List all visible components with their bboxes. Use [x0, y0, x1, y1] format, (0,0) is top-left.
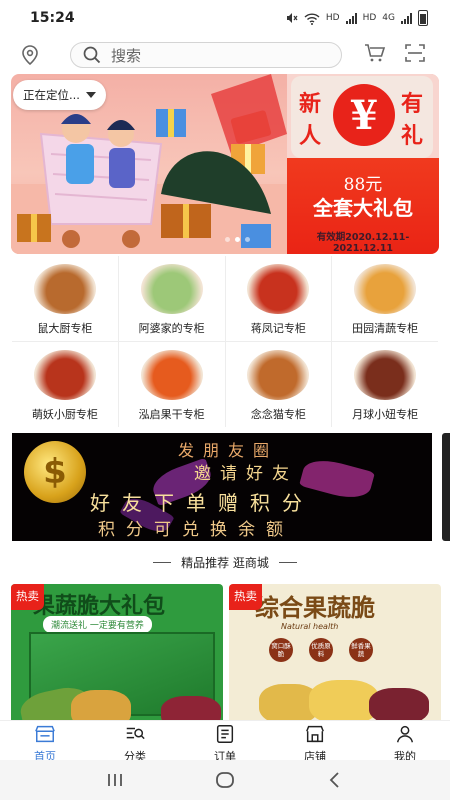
search-icon [83, 46, 101, 64]
snack-box-image [247, 350, 310, 400]
category-label: 念念猫专柜 [250, 408, 306, 421]
location-selector[interactable]: 正在定位... [13, 80, 106, 110]
promo-char-2: 有 [401, 91, 424, 117]
new-user-promo[interactable]: 新 有 人 礼 ¥ 88元 全套大礼包 有效期2020.12.11-2021.1… [287, 74, 439, 254]
network-type-2: HD [362, 13, 377, 23]
search-input[interactable]: 搜索 [70, 42, 342, 68]
nav-item[interactable]: 店铺 [270, 721, 360, 763]
cart-icon[interactable] [364, 43, 386, 67]
battery-icon [418, 10, 428, 26]
product-title: 综合果蔬脆 [255, 593, 375, 622]
category-item[interactable]: 阿婆家的专柜 [118, 256, 225, 341]
dates-image [369, 688, 429, 724]
home-button-icon[interactable] [210, 768, 240, 792]
category-label: 萌妖小厨专柜 [31, 408, 98, 421]
invite-line-1: 发朋友圈 [178, 441, 279, 460]
category-label: 田园清蔬专柜 [352, 322, 419, 335]
invite-line-2: 邀请好友 [194, 464, 298, 484]
category-item[interactable]: 月球小妞专柜 [332, 342, 438, 427]
location-label: 正在定位... [23, 88, 80, 102]
yen-icon: ¥ [333, 84, 395, 146]
sausage-image [33, 350, 96, 400]
bottom-navigation: 首页 分类 订单 店铺 我的 [0, 720, 450, 763]
user-icon [394, 723, 416, 748]
carousel-indicator [225, 237, 250, 242]
nav-item[interactable]: 首页 [0, 721, 90, 763]
order-list-icon [214, 723, 236, 748]
scan-icon[interactable] [404, 43, 426, 67]
status-bar: 15:24 HD HD 4G [0, 0, 450, 36]
nuts-image [33, 264, 96, 314]
divider [278, 562, 297, 563]
chips-image [71, 690, 131, 724]
hot-badge: 热卖 [11, 584, 44, 610]
location-icon[interactable] [18, 43, 42, 67]
signal-icon-2 [401, 12, 412, 24]
feature-badge: 优质原料 [309, 638, 333, 662]
store-icon [304, 723, 326, 748]
system-navigation-bar [0, 760, 450, 800]
promo-banner[interactable]: 正在定位... 新 有 人 礼 ¥ 88元 全套大礼包 有效期2020.12.1… [11, 74, 439, 254]
feature-badge: 鲜香果蔬 [349, 638, 373, 662]
category-item[interactable]: 蒋凤记专柜 [225, 256, 332, 341]
feature-badge: 窝口酥脆 [269, 638, 293, 662]
category-label: 蒋凤记专柜 [250, 322, 306, 335]
category-item[interactable]: 萌妖小厨专柜 [12, 342, 118, 427]
mute-icon [286, 13, 298, 23]
shop-home-icon [34, 723, 56, 748]
category-label: 月球小妞专柜 [352, 408, 419, 421]
category-item[interactable]: 泓启果干专柜 [118, 342, 225, 427]
nav-item[interactable]: 订单 [180, 721, 270, 763]
recent-apps-icon[interactable] [100, 768, 130, 792]
coin-icon: $ [24, 441, 86, 503]
promo-char-1: 新 [299, 91, 322, 117]
carousel-dot[interactable] [225, 237, 230, 242]
back-icon[interactable] [320, 768, 350, 792]
status-time: 15:24 [30, 10, 75, 26]
dried-fruit-image [140, 350, 203, 400]
nav-item[interactable]: 分类 [90, 721, 180, 763]
search-header: 搜索 [0, 36, 450, 74]
category-search-icon [124, 723, 146, 748]
jerky-image [354, 350, 417, 400]
crayfish-image [247, 264, 310, 314]
store-category-grid: 鼠大厨专柜 阿婆家的专柜 蒋凤记专柜 田园清蔬专柜萌妖小厨专柜 泓启果干专柜 念念猫专柜 月… [12, 256, 438, 427]
carousel-dot[interactable] [245, 237, 250, 242]
invite-line-4: 积分可兑换余额 [98, 520, 294, 540]
network-type-1: HD [325, 13, 340, 23]
search-placeholder: 搜索 [111, 46, 142, 65]
caret-down-icon [85, 92, 96, 98]
veggie-chips-image [354, 264, 417, 314]
hot-badge: 热卖 [229, 584, 262, 610]
category-item[interactable]: 鼠大厨专柜 [12, 256, 118, 341]
invite-line-3: 好友下单赠积分 [90, 491, 314, 515]
product-card[interactable]: 热卖 综合果蔬脆 Natural health 窝口酥脆 优质原料 鲜香果蔬 [229, 584, 441, 724]
category-item[interactable]: 念念猫专柜 [225, 342, 332, 427]
category-label: 泓启果干专柜 [138, 408, 205, 421]
promo-gift-label: 全套大礼包 [313, 196, 413, 220]
status-icons: HD HD 4G [284, 10, 428, 26]
promo-char-4: 礼 [401, 123, 424, 149]
section-title: 精品推荐 逛商城 [181, 556, 269, 570]
section-header: 精品推荐 逛商城 [0, 554, 450, 571]
network-gen: 4G [382, 13, 395, 23]
next-banner-peek[interactable] [442, 433, 450, 541]
feature-badges: 窝口酥脆 优质原料 鲜香果蔬 [269, 638, 373, 662]
promo-validity: 有效期2020.12.11-2021.12.11 [316, 232, 410, 254]
carousel-dot-active[interactable] [235, 237, 240, 242]
signal-icon-1 [345, 12, 357, 24]
mochi-image [140, 264, 203, 314]
category-label: 鼠大厨专柜 [37, 322, 93, 335]
category-item[interactable]: 田园清蔬专柜 [332, 256, 438, 341]
product-subtitle: 潮流送礼 一定要有营养 [43, 616, 152, 633]
app-screen: 15:24 HD HD 4G 搜索 正在定位... 新 有 人 礼 ¥ 88元 … [0, 0, 450, 800]
product-card[interactable]: 热卖 果蔬脆大礼包 潮流送礼 一定要有营养 [11, 584, 223, 724]
nav-item[interactable]: 我的 [360, 721, 450, 763]
promo-char-3: 人 [299, 123, 322, 149]
divider [153, 562, 172, 563]
invite-friends-banner[interactable]: $ 发朋友圈 邀请好友 好友下单赠积分 积分可兑换余额 [12, 433, 432, 541]
category-label: 阿婆家的专柜 [138, 322, 205, 335]
wifi-icon [304, 12, 320, 25]
product-ribbon: Natural health [281, 622, 339, 631]
